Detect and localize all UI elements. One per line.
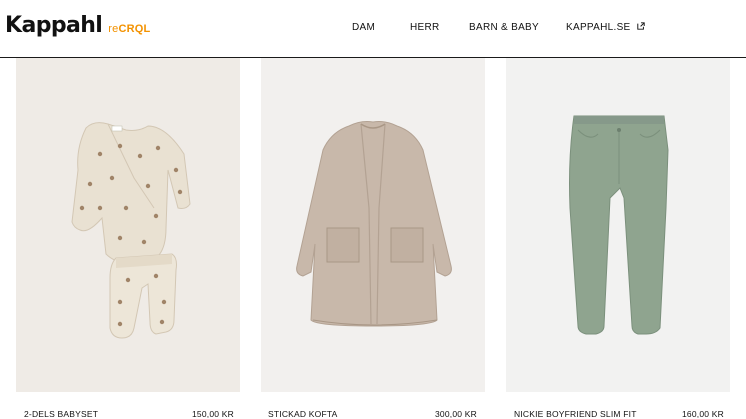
external-link-icon bbox=[636, 22, 645, 30]
nav-link-kappahl-se[interactable]: KAPPAHL.SE bbox=[566, 22, 645, 33]
nav-link-dam[interactable]: DAM bbox=[352, 22, 375, 33]
product-price: 150,00 KR bbox=[192, 409, 234, 419]
product-name[interactable]: NICKIE BOYFRIEND SLIM FIT bbox=[514, 409, 637, 419]
nav-link-kappahl-se-label: KAPPAHL.SE bbox=[566, 22, 631, 33]
main-nav: DAM HERR BARN & BABY KAPPAHL.SE bbox=[0, 22, 746, 36]
product-card[interactable] bbox=[261, 58, 485, 392]
product-image-nickie bbox=[569, 115, 669, 335]
product-card[interactable] bbox=[506, 58, 730, 392]
product-price: 300,00 KR bbox=[435, 409, 477, 419]
product-price: 160,00 KR bbox=[682, 409, 724, 419]
nav-link-herr[interactable]: HERR bbox=[410, 22, 440, 33]
product-image-kofta bbox=[296, 121, 452, 327]
product-card[interactable] bbox=[16, 58, 240, 392]
product-image-babyset bbox=[71, 122, 191, 339]
site-header: Kappahl reCRQL DAM HERR BARN & BABY KAPP… bbox=[0, 0, 746, 58]
nav-link-barn-baby[interactable]: BARN & BABY bbox=[469, 22, 539, 33]
product-name[interactable]: 2-DELS BABYSET bbox=[24, 409, 98, 419]
product-name[interactable]: STICKAD KOFTA bbox=[268, 409, 338, 419]
